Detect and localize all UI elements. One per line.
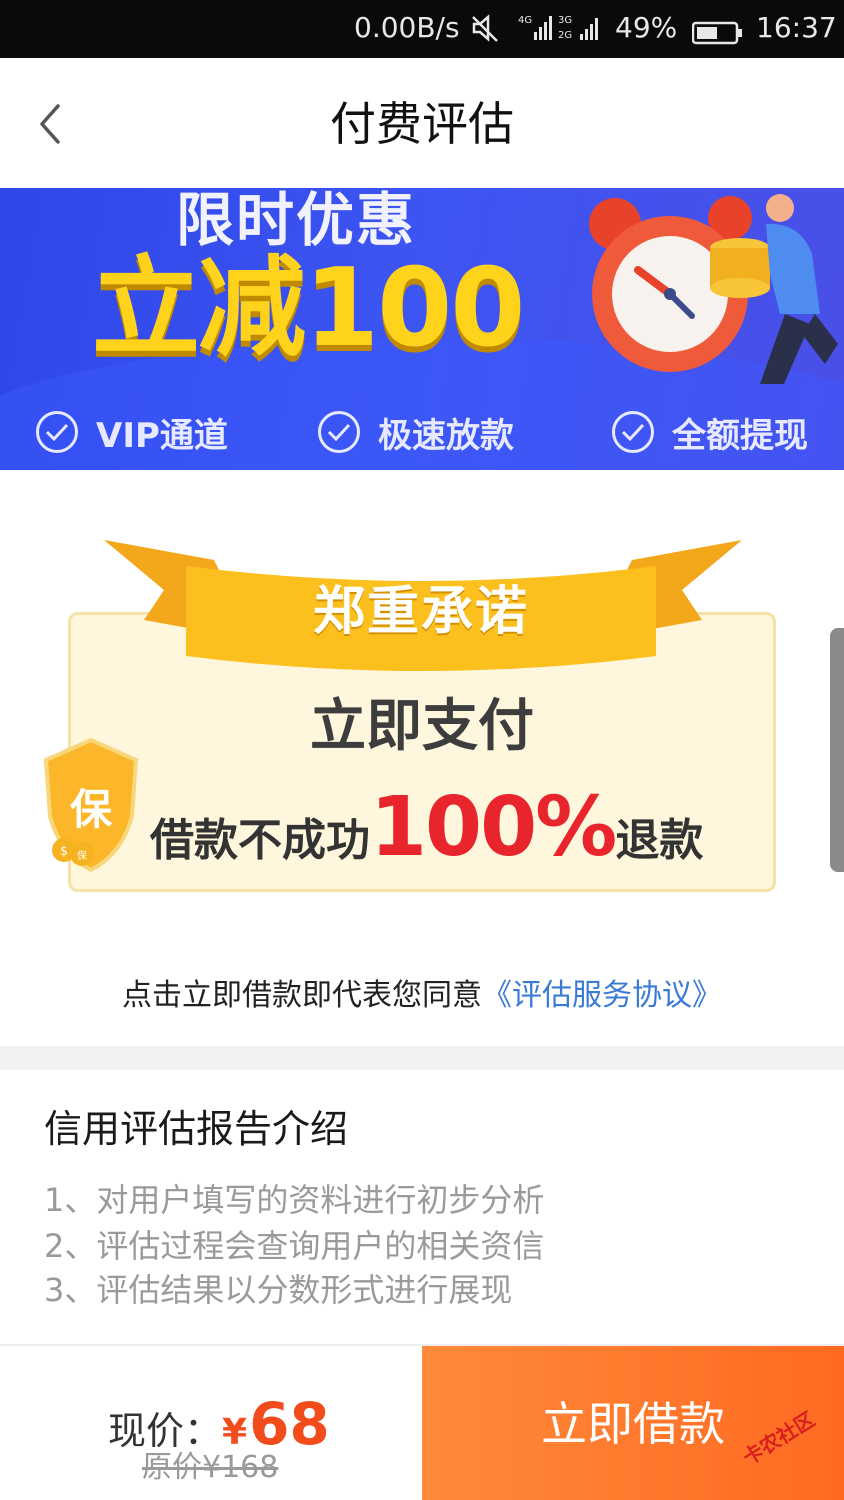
intro-item: 1、对用户填写的资料进行初步分析 [44, 1181, 545, 1219]
agreement-link[interactable]: 《评估服务协议》 [482, 978, 722, 1013]
mute-icon [470, 12, 502, 53]
page-title: 付费评估 [330, 97, 514, 151]
check-circle-icon [36, 411, 78, 453]
section-divider [0, 1046, 844, 1070]
svg-text:2G: 2G [558, 30, 572, 41]
alarm-clock-icon [589, 194, 838, 384]
signal-3g-icon: 3G 2G [558, 12, 606, 53]
promise-pay-text: 立即支付 [310, 694, 534, 759]
refund-prefix: 借款不成功 [150, 815, 370, 866]
status-bar: 0.00B/s 4G 3G 2G 49% 16:37 [0, 0, 844, 58]
banner-discount-text: 立减100 [92, 246, 525, 371]
original-price: 原价¥168 [142, 1450, 279, 1485]
battery-percent: 49% [615, 11, 678, 44]
intro-item: 2、评估过程会查询用户的相关资信 [44, 1227, 545, 1265]
nav-header: 付费评估 [0, 58, 844, 188]
shield-icon: 保 $ 保 [43, 737, 139, 873]
check-circle-icon [318, 411, 360, 453]
feature-label: VIP通道 [96, 415, 228, 456]
battery-icon [691, 18, 744, 54]
coin-bao: 保 [77, 849, 87, 862]
refund-suffix: 退款 [615, 815, 704, 866]
feature-fast-loan: 极速放款 [318, 406, 514, 458]
feature-label: 极速放款 [378, 415, 514, 456]
clock: 16:37 [756, 11, 837, 44]
coin-dollar: $ [60, 844, 68, 858]
promo-banner: 限时优惠 立减100 VIP通道 极速放款 全额提现 [0, 188, 844, 470]
svg-text:3G: 3G [558, 15, 572, 26]
svg-text:4G: 4G [518, 15, 532, 26]
bottom-action-bar: 现价： ¥ 68 原价¥168 立即借款 [0, 1344, 844, 1500]
check-circle-icon [612, 411, 654, 453]
promise-title: 郑重承诺 [312, 582, 529, 642]
feature-label: 全额提现 [672, 415, 808, 456]
refund-percent: 100% [370, 780, 617, 875]
agreement-line: 点击立即借款即代表您同意《评估服务协议》 [0, 976, 844, 1016]
agreement-text: 点击立即借款即代表您同意 [122, 978, 482, 1013]
network-speed: 0.00B/s [354, 11, 460, 44]
signal-4g-icon: 4G [518, 12, 552, 53]
intro-item: 3、评估结果以分数形式进行展现 [44, 1271, 513, 1309]
side-scroll-handle[interactable] [830, 628, 844, 872]
shield-char: 保 [70, 785, 113, 834]
banner-limited-text: 限时优惠 [176, 188, 417, 254]
feature-full-withdraw: 全额提现 [612, 406, 808, 458]
intro-title: 信用评估报告介绍 [44, 1107, 349, 1151]
promise-refund-text: 借款不成功 100% 退款 [150, 780, 704, 875]
feature-vip: VIP通道 [36, 406, 228, 458]
